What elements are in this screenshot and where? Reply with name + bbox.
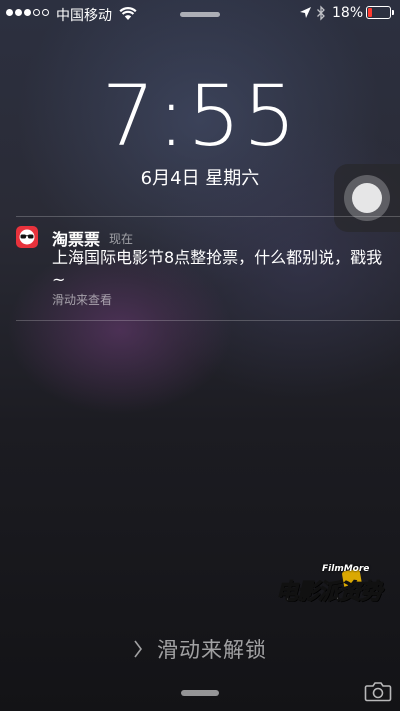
bluetooth-icon [317, 5, 325, 21]
cellular-signal-icon [6, 9, 49, 16]
signal-dot [15, 9, 22, 16]
camera-icon[interactable] [364, 680, 392, 702]
chevron-right-icon [134, 640, 142, 658]
filmmore-watermark-logo: FilmMore 电影派资势 [275, 564, 386, 608]
battery-percentage: 18% [332, 5, 364, 21]
battery-level [368, 8, 372, 17]
notification-card[interactable]: 淘票票 现在 上海国际电影节8点整抢票，什么都别说，戳我~ 滑动来查看 [0, 216, 400, 320]
taopiaopiao-app-icon [16, 226, 38, 248]
notification-divider-bottom [16, 320, 400, 321]
slide-to-unlock[interactable]: 滑动来解锁 [0, 632, 400, 666]
slide-to-unlock-label: 滑动来解锁 [157, 638, 267, 662]
battery-nub [392, 10, 394, 15]
status-bar: 中国移动 18% [0, 0, 400, 28]
watermark-text-en: FilmMore [322, 564, 370, 574]
signal-dot [33, 9, 40, 16]
location-arrow-icon [300, 7, 311, 18]
notification-time: 现在 [109, 232, 134, 246]
lock-screen-time: 7:55 [101, 67, 299, 165]
battery-icon [366, 6, 394, 19]
signal-dot [42, 9, 49, 16]
signal-dot [24, 9, 31, 16]
notification-message: 上海国际电影节8点整抢票，什么都别说，戳我~ [52, 248, 383, 289]
watermark-text-cn: 电影派资势 [275, 580, 382, 606]
signal-dot [6, 9, 13, 16]
assistive-touch-icon [352, 183, 382, 213]
notification-slide-hint: 滑动来查看 [52, 293, 113, 307]
wifi-icon [119, 7, 137, 20]
carrier-name: 中国移动 [56, 8, 112, 24]
notification-center-grabber[interactable] [180, 12, 220, 17]
control-center-grabber[interactable] [181, 690, 219, 696]
